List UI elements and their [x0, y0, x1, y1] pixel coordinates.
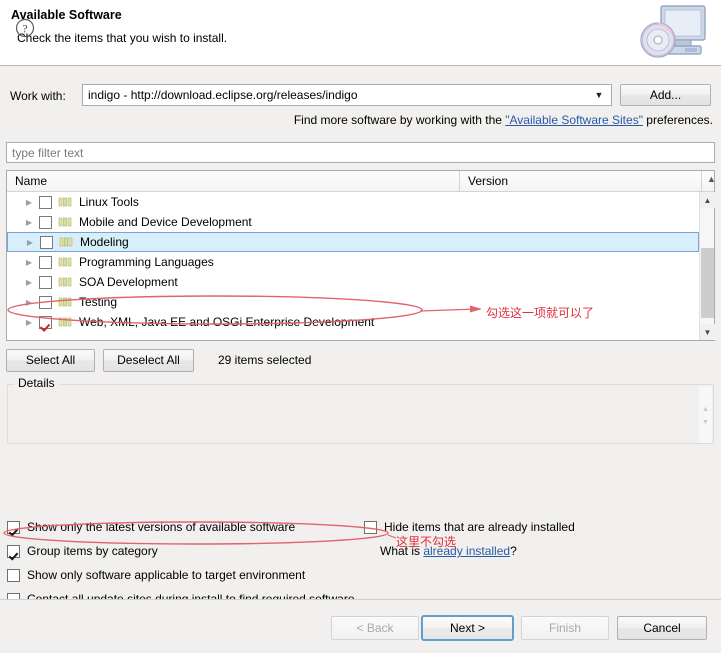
finish-button[interactable]: Finish	[521, 616, 609, 640]
row-label: Programming Languages	[79, 255, 214, 269]
filter-input[interactable]: type filter text	[6, 142, 715, 163]
column-divider-2[interactable]	[701, 171, 702, 191]
find-more-prefix: Find more software by working with the	[293, 113, 506, 127]
cancel-button[interactable]: Cancel	[617, 616, 707, 640]
filter-placeholder: type filter text	[12, 146, 84, 160]
row-label: Modeling	[80, 235, 129, 249]
row-checkbox[interactable]	[39, 295, 52, 309]
chevron-up-icon: ▲	[707, 174, 716, 184]
row-label: SOA Development	[79, 275, 178, 289]
row-checkbox[interactable]	[40, 235, 53, 249]
help-question-icon[interactable]: ?	[15, 18, 35, 38]
option-hide-already-installed[interactable]: Hide items that are already installed	[364, 520, 575, 534]
triangle-right-icon[interactable]: ▶	[21, 198, 37, 207]
scroll-up-icon[interactable]: ▲	[700, 192, 715, 208]
scroll-down-icon[interactable]: ▼	[700, 324, 715, 340]
what-is-suffix: ?	[510, 544, 517, 558]
triangle-right-icon[interactable]: ▶	[21, 298, 37, 307]
option-label: Group items by category	[27, 544, 158, 558]
work-with-row: Work with: indigo - http://download.ecli…	[0, 84, 721, 108]
option-checkbox[interactable]	[7, 520, 20, 534]
page-subtitle: Check the items that you wish to install…	[17, 31, 228, 45]
triangle-right-icon[interactable]: ▶	[21, 318, 37, 327]
category-bars-icon	[58, 195, 74, 209]
row-label: Testing	[79, 295, 118, 309]
row-checkbox-checked[interactable]	[39, 315, 52, 329]
back-button[interactable]: < Back	[331, 616, 419, 640]
scrollbar-thumb[interactable]	[701, 248, 714, 318]
available-software-sites-link[interactable]: "Available Software Sites"	[505, 113, 643, 127]
option-show-latest-versions[interactable]: Show only the latest versions of availab…	[7, 520, 295, 534]
option-label: Show only the latest versions of availab…	[27, 520, 296, 534]
details-scrollbar[interactable]: ▲ ▼	[699, 386, 712, 443]
work-with-combo[interactable]: indigo - http://download.eclipse.org/rel…	[82, 84, 612, 106]
deselect-all-button[interactable]: Deselect All	[103, 349, 194, 372]
tree-rows: ▶ Linux Tools ▶ Mobile and Device Develo…	[7, 192, 699, 340]
add-button[interactable]: Add...	[620, 84, 711, 106]
category-bars-icon	[59, 235, 75, 249]
table-row[interactable]: ▶ Testing	[7, 292, 699, 312]
option-label: Hide items that are already installed	[384, 520, 575, 534]
option-checkbox[interactable]	[364, 520, 377, 534]
row-label: Linux Tools	[79, 195, 139, 209]
column-header-name[interactable]: Name	[15, 174, 47, 188]
option-checkbox[interactable]	[7, 544, 20, 558]
row-label: Web, XML, Java EE and OSGi Enterprise De…	[79, 315, 375, 329]
option-group-by-category[interactable]: Group items by category	[7, 544, 158, 558]
row-checkbox[interactable]	[39, 215, 52, 229]
table-row[interactable]: ▶ Web, XML, Java EE and OSGi Enterprise …	[7, 312, 699, 332]
row-checkbox[interactable]	[39, 255, 52, 269]
tree-scrollbar[interactable]: ▲ ▼	[699, 192, 715, 340]
table-row[interactable]: ▶ SOA Development	[7, 272, 699, 292]
items-selected-status: 29 items selected	[218, 353, 312, 367]
option-target-environment[interactable]: Show only software applicable to target …	[7, 568, 305, 582]
software-tree[interactable]: Name Version ▲ ▶ Linux Tools ▶ Mobile an…	[6, 170, 716, 341]
scroll-up-icon[interactable]: ▲	[699, 402, 712, 416]
table-row[interactable]: ▶ Mobile and Device Development	[7, 212, 699, 232]
details-label: Details	[14, 376, 59, 390]
option-checkbox[interactable]	[7, 568, 20, 582]
triangle-right-icon[interactable]: ▶	[21, 218, 37, 227]
column-header-version[interactable]: Version	[468, 174, 508, 188]
category-bars-icon	[58, 215, 74, 229]
annotation-text-do-not-check: 这里不勾选	[396, 535, 457, 549]
table-row-selected[interactable]: ▶ Modeling	[7, 232, 699, 252]
category-bars-icon	[58, 275, 74, 289]
work-with-value: indigo - http://download.eclipse.org/rel…	[88, 88, 358, 102]
scroll-down-icon[interactable]: ▼	[699, 415, 712, 429]
table-row[interactable]: ▶ Linux Tools	[7, 192, 699, 212]
category-bars-icon	[58, 295, 74, 309]
tree-column-header: Name Version ▲	[7, 171, 716, 192]
row-label: Mobile and Device Development	[79, 215, 252, 229]
select-all-button[interactable]: Select All	[6, 349, 95, 372]
table-row[interactable]: ▶ Programming Languages	[7, 252, 699, 272]
svg-text:?: ?	[22, 22, 27, 36]
column-divider[interactable]	[459, 171, 460, 191]
category-bars-icon	[58, 255, 74, 269]
find-more-suffix: preferences.	[642, 113, 713, 127]
dialog-body: Work with: indigo - http://download.ecli…	[0, 66, 721, 606]
work-with-label: Work with:	[10, 89, 66, 103]
row-checkbox[interactable]	[39, 195, 52, 209]
chevron-down-icon[interactable]: ▼	[591, 85, 607, 105]
row-checkbox[interactable]	[39, 275, 52, 289]
annotation-text-check-this: 勾选这一项就可以了	[486, 306, 595, 320]
option-label: Show only software applicable to target …	[27, 568, 306, 582]
install-monitor-disc-icon	[635, 2, 713, 64]
find-more-software-text: Find more software by working with the "…	[294, 113, 713, 127]
details-panel: ▲ ▼	[7, 384, 714, 444]
category-bars-icon	[58, 315, 74, 329]
next-button[interactable]: Next >	[421, 615, 514, 641]
triangle-right-icon[interactable]: ▶	[21, 258, 37, 267]
triangle-right-icon[interactable]: ▶	[22, 238, 38, 247]
triangle-right-icon[interactable]: ▶	[21, 278, 37, 287]
dialog-header: Available Software Check the items that …	[0, 0, 721, 66]
